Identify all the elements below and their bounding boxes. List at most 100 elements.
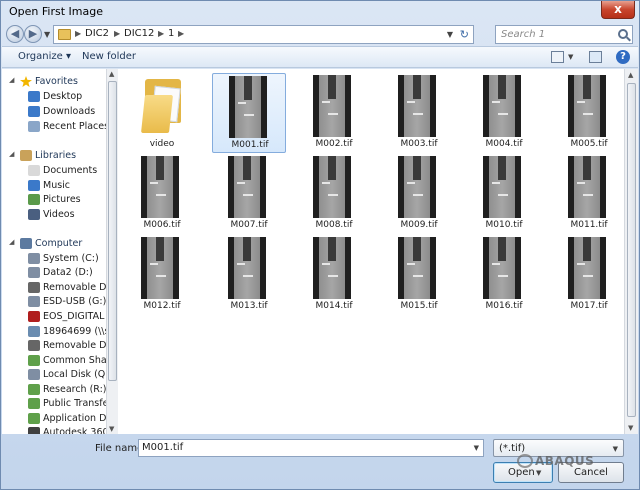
file-item[interactable]: M009.tif: [382, 154, 456, 234]
collapse-arrow-icon[interactable]: ◢: [9, 238, 14, 246]
open-split-dropdown-icon[interactable]: ▼: [536, 469, 541, 477]
file-name-label: M008.tif: [315, 220, 353, 230]
thumbnail-detail: [404, 237, 430, 299]
breadcrumb-chevron-icon[interactable]: ▶: [178, 29, 184, 38]
file-item[interactable]: M001.tif: [212, 73, 286, 153]
navigation-pane: Favorites ◢ Desktop Downloads Recent Places L…: [2, 69, 106, 434]
thumbnail-detail: [150, 263, 158, 265]
organize-button[interactable]: Organize ▾: [18, 51, 71, 62]
file-item[interactable]: M007.tif: [212, 154, 286, 234]
preview-pane-icon[interactable]: [589, 51, 602, 63]
close-button[interactable]: x: [601, 1, 635, 19]
file-item[interactable]: M006.tif: [125, 154, 199, 234]
open-dialog-window: Open First Image x ◀ ▶ ▼ ▶ DIC2 ▶ DIC12 …: [0, 0, 640, 490]
file-name-input[interactable]: M001.tif ▼: [138, 439, 484, 457]
thumbnail-detail: [328, 237, 336, 261]
scroll-thumb[interactable]: [627, 83, 636, 417]
recent-pages-dropdown-icon[interactable]: ▼: [44, 30, 50, 39]
title-bar[interactable]: Open First Image x: [1, 1, 639, 23]
file-name-label: M005.tif: [570, 139, 608, 149]
sidebar-item-label: Music: [43, 180, 71, 191]
sidebar-item-label: Application Drive: [43, 413, 106, 424]
thumbnail-detail: [319, 237, 345, 299]
image-thumbnail: [141, 237, 179, 299]
scroll-down-icon[interactable]: ▼: [109, 425, 114, 433]
sidebar-item-label: Documents: [43, 165, 98, 176]
view-options-dropdown-icon[interactable]: ▼: [568, 53, 573, 61]
collapse-arrow-icon[interactable]: ◢: [9, 150, 14, 158]
thumbnail-detail: [489, 237, 515, 299]
thumbnail-detail: [498, 237, 506, 261]
file-item[interactable]: M012.tif: [125, 235, 199, 315]
autodesk-icon: [28, 427, 40, 434]
file-item[interactable]: M015.tif: [382, 235, 456, 315]
file-item[interactable]: M002.tif: [297, 73, 371, 153]
file-item[interactable]: M011.tif: [552, 154, 626, 234]
collapse-arrow-icon[interactable]: ◢: [9, 76, 14, 84]
thumbnail-detail: [235, 76, 261, 138]
file-item[interactable]: M010.tif: [467, 154, 541, 234]
breadcrumb-chevron-icon[interactable]: ▶: [158, 29, 164, 38]
sidebar-item-label: Local Disk (Q:): [43, 369, 106, 380]
file-item[interactable]: M017.tif: [552, 235, 626, 315]
thumbnail-detail: [574, 156, 600, 218]
scroll-up-icon[interactable]: ▲: [109, 70, 114, 78]
search-box[interactable]: Search 1: [495, 25, 633, 44]
thumbnail-detail: [243, 194, 253, 196]
back-button[interactable]: ◀: [6, 25, 24, 43]
star-icon: [20, 76, 32, 87]
file-item[interactable]: M003.tif: [382, 73, 456, 153]
scroll-down-icon[interactable]: ▼: [628, 424, 633, 432]
file-item[interactable]: M014.tif: [297, 235, 371, 315]
navigation-scrollbar[interactable]: ▲ ▼: [106, 69, 118, 434]
thumbnail-detail: [413, 194, 423, 196]
scroll-thumb[interactable]: [108, 81, 117, 381]
breadcrumb-chevron-icon[interactable]: ▶: [75, 29, 81, 38]
file-name-label: M014.tif: [315, 301, 353, 311]
scroll-up-icon[interactable]: ▲: [628, 71, 633, 79]
new-folder-button[interactable]: New folder: [82, 51, 136, 62]
thumbnail-detail: [328, 275, 338, 277]
thumbnail-detail: [583, 75, 591, 99]
sidebar-item-label: Public Transfer (: [43, 398, 106, 409]
sidebar-item-label: System (C:): [43, 253, 99, 264]
libraries-icon: [20, 150, 32, 161]
file-list-scrollbar[interactable]: ▲ ▼: [624, 69, 638, 434]
thumbnail-detail: [492, 263, 500, 265]
forward-button[interactable]: ▶: [24, 25, 42, 43]
file-item[interactable]: M013.tif: [212, 235, 286, 315]
file-type-dropdown-icon: ▼: [612, 445, 618, 453]
breadcrumb-item[interactable]: DIC12: [124, 28, 154, 39]
file-item[interactable]: M005.tif: [552, 73, 626, 153]
file-name-dropdown-icon[interactable]: ▼: [474, 444, 479, 452]
sidebar-item-label: Videos: [43, 209, 75, 220]
image-thumbnail: [313, 237, 351, 299]
breadcrumb-item[interactable]: DIC2: [85, 28, 109, 39]
image-thumbnail: [568, 156, 606, 218]
breadcrumb-chevron-icon[interactable]: ▶: [114, 29, 120, 38]
thumbnail-detail: [238, 102, 246, 104]
breadcrumb-item[interactable]: 1: [168, 28, 174, 39]
refresh-icon[interactable]: ↻: [460, 28, 469, 41]
thumbnail-detail: [583, 156, 591, 180]
address-bar[interactable]: ▶ DIC2 ▶ DIC12 ▶ 1 ▶ ▼ ↻: [53, 25, 474, 44]
open-button-label: Open: [508, 467, 535, 478]
address-history-dropdown-icon[interactable]: ▼: [447, 30, 453, 39]
file-item[interactable]: M008.tif: [297, 154, 371, 234]
view-options-icon[interactable]: [551, 51, 564, 63]
file-name-label: M010.tif: [485, 220, 523, 230]
thumbnail-detail: [237, 263, 245, 265]
file-name-label: M017.tif: [570, 301, 608, 311]
videos-icon: [28, 209, 40, 220]
image-thumbnail: [398, 237, 436, 299]
image-thumbnail: [228, 156, 266, 218]
recent-places-icon: [28, 121, 40, 132]
sidebar-item-label: Downloads: [43, 106, 96, 117]
folder-item[interactable]: video: [125, 73, 199, 153]
help-icon[interactable]: ?: [616, 50, 630, 64]
file-item[interactable]: M016.tif: [467, 235, 541, 315]
thumbnail-detail: [237, 182, 245, 184]
file-item[interactable]: M004.tif: [467, 73, 541, 153]
removable-disk-icon: [28, 340, 40, 351]
network-drive-icon: [28, 326, 40, 337]
